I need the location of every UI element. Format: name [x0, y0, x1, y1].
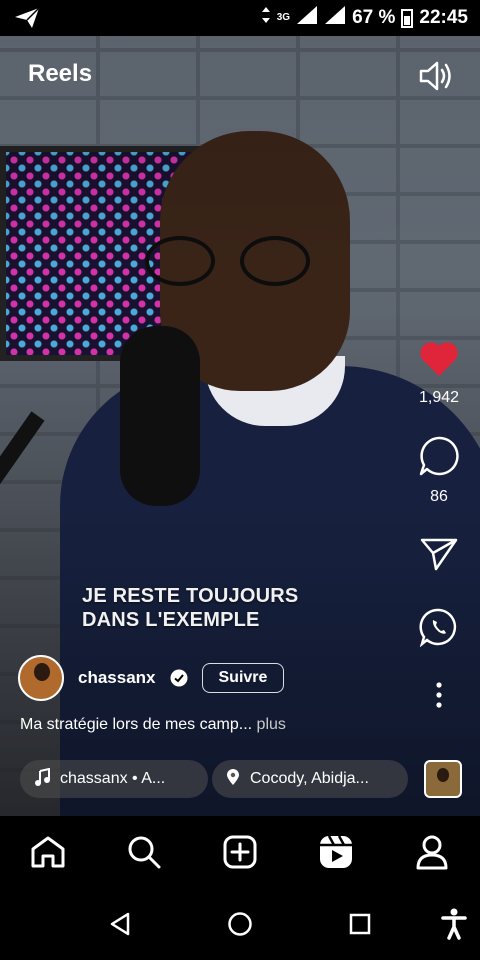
- audio-pill[interactable]: chassanx • A...: [20, 760, 208, 798]
- whatsapp-action: [419, 607, 459, 652]
- send-icon[interactable]: [419, 536, 459, 577]
- location-pin-icon: [226, 768, 240, 791]
- heart-icon[interactable]: [418, 340, 460, 383]
- profile-icon[interactable]: [408, 828, 456, 876]
- more-link[interactable]: plus: [252, 716, 286, 733]
- action-column: 1,942 86: [412, 340, 466, 713]
- video-caption-line2: DANS L'EXEMPLE: [82, 609, 260, 631]
- profile-row: chassanx Suivre: [18, 655, 285, 701]
- whatsapp-icon[interactable]: [419, 607, 459, 652]
- home-circle-icon[interactable]: [222, 906, 258, 942]
- audio-thumbnail[interactable]: [424, 760, 462, 798]
- video-caption-line1: JE RESTE TOUJOURS: [82, 585, 299, 607]
- signal-icon-2: [324, 5, 346, 31]
- follow-button[interactable]: Suivre: [201, 663, 285, 693]
- battery-percent: 67 %: [352, 7, 396, 28]
- bottom-tab-bar: [0, 816, 480, 888]
- search-icon[interactable]: [120, 828, 168, 876]
- comment-icon[interactable]: [418, 435, 460, 482]
- create-icon[interactable]: [216, 828, 264, 876]
- post-description[interactable]: Ma stratégie lors de mes camp... plus: [20, 716, 286, 734]
- comment-action: 86: [418, 435, 460, 506]
- battery-icon: [401, 8, 414, 28]
- location-pill[interactable]: Cocody, Abidja...: [212, 760, 408, 798]
- verified-badge-icon: [170, 669, 188, 687]
- audio-label: chassanx • A...: [60, 770, 166, 787]
- music-note-icon: [34, 767, 50, 791]
- status-bar: 3G 67 % 22:45: [0, 0, 480, 36]
- speaker-on-icon[interactable]: [416, 56, 456, 96]
- recents-icon[interactable]: [342, 906, 378, 942]
- like-action: 1,942: [418, 340, 460, 407]
- more-vertical-icon[interactable]: [434, 682, 444, 713]
- more-action: [434, 682, 444, 713]
- username[interactable]: chassanx: [78, 668, 156, 688]
- like-count: 1,942: [418, 389, 460, 406]
- telegram-icon: [14, 0, 40, 36]
- signal-icon: [296, 5, 318, 31]
- video-caption: JE RESTE TOUJOURS DANS L'EXEMPLE: [82, 584, 298, 632]
- reels-icon[interactable]: [312, 828, 360, 876]
- comment-count: 86: [430, 488, 448, 505]
- description-text: Ma stratégie lors de mes camp...: [20, 716, 253, 733]
- back-icon[interactable]: [102, 906, 138, 942]
- page-title: Reels: [28, 60, 93, 87]
- avatar[interactable]: [18, 655, 64, 701]
- location-label: Cocody, Abidja...: [250, 770, 369, 787]
- status-right: 3G 67 % 22:45: [261, 0, 468, 36]
- share-action: [419, 536, 459, 577]
- clock: 22:45: [419, 7, 468, 28]
- home-icon[interactable]: [24, 828, 72, 876]
- accessibility-icon[interactable]: [436, 906, 472, 942]
- network-type: 3G: [276, 12, 291, 23]
- system-navigation-bar: [0, 888, 480, 960]
- data-arrows-icon: [261, 6, 271, 30]
